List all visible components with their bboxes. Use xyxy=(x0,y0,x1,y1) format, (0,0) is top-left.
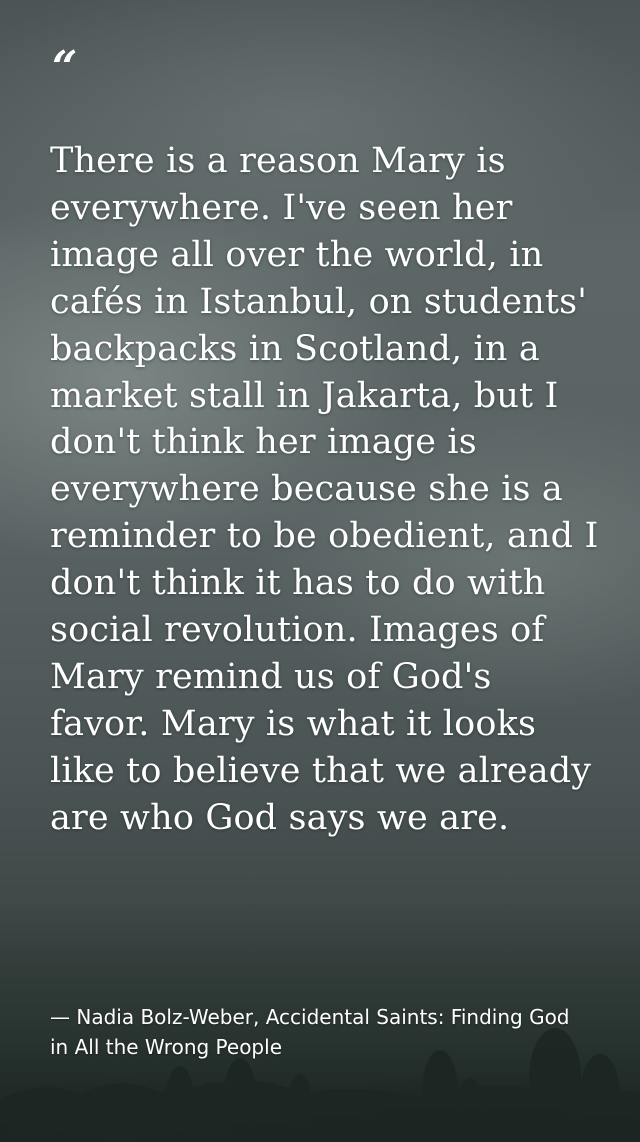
quote-text: There is a reason Mary is everywhere. I'… xyxy=(50,141,599,838)
quote-mark-icon: “ xyxy=(52,42,78,93)
quote-attribution: — Nadia Bolz-Weber, Accidental Saints: F… xyxy=(50,1005,570,1059)
quote-card: “ There is a reason Mary is everywhere. … xyxy=(0,0,640,1142)
